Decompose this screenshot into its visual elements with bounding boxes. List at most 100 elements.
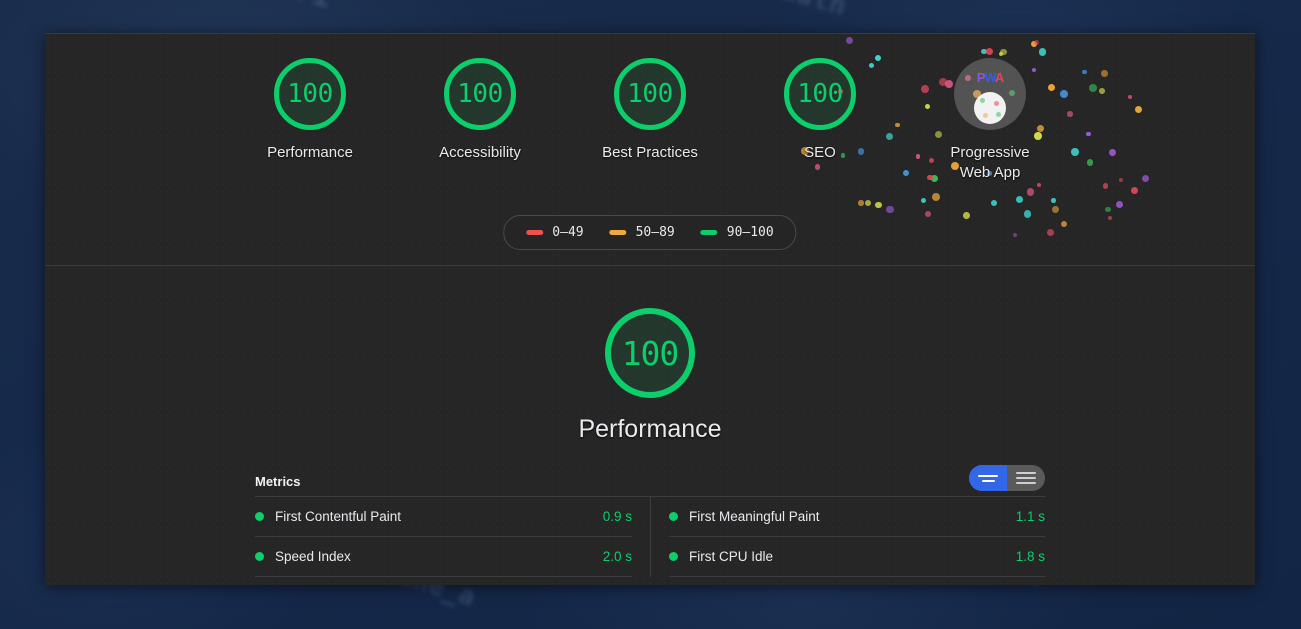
- pwa-disc: [974, 92, 1006, 124]
- score-gauge-best-practices[interactable]: 100 Best Practices: [591, 58, 709, 163]
- confetti-dot: [1038, 48, 1047, 56]
- confetti-dot: [1102, 183, 1109, 189]
- legend-label: 50–89: [635, 225, 675, 240]
- gauge-score-value: 100: [797, 79, 843, 109]
- toggle-line-icon: [1016, 472, 1036, 474]
- legend-item-fail: 0–49: [526, 225, 584, 240]
- category-score-value: 100: [621, 333, 680, 373]
- confetti-dot: [1107, 215, 1112, 220]
- legend-item-pass: 90–100: [700, 225, 774, 240]
- metrics-header: Metrics: [255, 465, 1045, 496]
- gauge-ring: 100: [614, 58, 686, 130]
- confetti-dot: [985, 47, 994, 55]
- confetti-dot: [858, 200, 864, 206]
- confetti-dot: [1047, 229, 1054, 237]
- legend-swatch-red: [526, 230, 544, 235]
- confetti-dot: [1051, 198, 1056, 203]
- metric-row[interactable]: First Contentful Paint 0.9 s: [255, 497, 632, 537]
- metric-row[interactable]: First Meaningful Paint 1.1 s: [669, 497, 1045, 537]
- legend-item-average: 50–89: [609, 225, 675, 240]
- lighthouse-report-panel: 100 Performance 100 Accessibility 100 Be…: [45, 33, 1255, 585]
- confetti-dot: [1013, 233, 1018, 238]
- gauge-ring: 100: [784, 58, 856, 130]
- pwa-letters: PWA: [976, 70, 1005, 85]
- metrics-column-right: First Meaningful Paint 1.1 s First CPU I…: [650, 497, 1045, 577]
- toggle-simple-view[interactable]: [969, 465, 1007, 491]
- metric-value: 0.9 s: [602, 509, 632, 524]
- confetti-dot: [1034, 40, 1039, 45]
- confetti-dot: [1015, 195, 1024, 204]
- confetti-dot: [1023, 210, 1032, 218]
- metric-name: First CPU Idle: [689, 549, 774, 564]
- gauge-label: Accessibility: [439, 144, 521, 161]
- gauge-label: Progressive Web App: [950, 144, 1030, 182]
- metrics-block: Metrics First Contentful Paint 0.9 s Spe…: [255, 465, 1045, 577]
- gauge-score-value: 100: [457, 79, 503, 109]
- score-gauge-progressive-web-app[interactable]: PWA Progressive Web App: [931, 58, 1049, 184]
- score-gauge-accessibility[interactable]: 100 Accessibility: [421, 58, 539, 163]
- metric-name: First Contentful Paint: [275, 509, 402, 524]
- metric-name: Speed Index: [275, 549, 351, 564]
- confetti-dot: [1130, 186, 1138, 194]
- confetti-dot: [999, 51, 1004, 56]
- metric-row[interactable]: First CPU Idle 1.8 s: [669, 537, 1045, 577]
- score-gauges-row: 100 Performance 100 Accessibility 100 Be…: [45, 58, 1255, 184]
- confetti-dot: [931, 193, 940, 201]
- toggle-expanded-view[interactable]: [1007, 465, 1045, 491]
- metrics-column-left: First Contentful Paint 0.9 s Speed Index…: [255, 497, 650, 577]
- score-gauge-seo[interactable]: 100 SEO: [761, 58, 879, 163]
- scores-overview-section: 100 Performance 100 Accessibility 100 Be…: [45, 34, 1255, 266]
- metric-value: 1.1 s: [1015, 509, 1045, 524]
- confetti-dot: [886, 205, 895, 214]
- backdrop-code-line: ge_attri: [186, 0, 335, 15]
- gauge-score-value: 100: [287, 79, 333, 109]
- confetti-dot: [924, 211, 931, 217]
- metrics-heading: Metrics: [255, 473, 301, 489]
- metric-row[interactable]: Speed Index 2.0 s: [255, 537, 632, 577]
- gauge-label: Performance: [267, 144, 353, 161]
- confetti-dot: [1052, 206, 1060, 214]
- confetti-dot: [846, 36, 854, 44]
- metrics-view-toggle[interactable]: [969, 465, 1045, 491]
- score-legend: 0–49 50–89 90–100: [503, 215, 797, 250]
- category-score-gauge: 100 Performance: [45, 308, 1255, 444]
- confetti-dot: [990, 199, 998, 207]
- category-title: Performance: [578, 415, 722, 443]
- status-dot-pass-icon: [669, 552, 678, 561]
- status-dot-pass-icon: [669, 512, 678, 521]
- metric-value: 1.8 s: [1015, 549, 1045, 564]
- gauge-label: Best Practices: [602, 144, 698, 161]
- desktop-background: ge_attri arset' ); ice-width link rel if…: [0, 0, 1301, 629]
- confetti-dot: [1026, 188, 1034, 196]
- metrics-table: First Contentful Paint 0.9 s Speed Index…: [255, 496, 1045, 577]
- toggle-line-icon: [978, 474, 998, 477]
- status-dot-pass-icon: [255, 552, 264, 561]
- gauge-ring: 100: [444, 58, 516, 130]
- confetti-dot: [865, 200, 872, 207]
- toggle-line-icon: [1016, 482, 1036, 484]
- metric-value: 2.0 s: [602, 549, 632, 564]
- legend-label: 0–49: [552, 225, 584, 240]
- performance-category-section: 100 Performance Metrics First Contentful…: [45, 266, 1255, 577]
- confetti-dot: [981, 48, 987, 55]
- gauge-ring: 100: [274, 58, 346, 130]
- legend-swatch-green: [700, 230, 718, 235]
- toggle-line-icon: [1016, 477, 1036, 479]
- gauge-score-value: 100: [627, 79, 673, 109]
- gauge-ring-large: 100: [605, 308, 695, 398]
- metric-name: First Meaningful Paint: [689, 509, 820, 524]
- pwa-badge-icon: PWA: [954, 58, 1026, 130]
- confetti-dot: [1000, 48, 1007, 56]
- confetti-dot: [1031, 41, 1038, 48]
- status-dot-pass-icon: [255, 512, 264, 521]
- confetti-dot: [1105, 206, 1111, 213]
- gauge-label: SEO: [804, 144, 836, 161]
- backdrop-code-line: ice-width: [695, 0, 850, 22]
- score-gauge-performance[interactable]: 100 Performance: [251, 58, 369, 163]
- confetti-dot: [875, 201, 882, 209]
- confetti-dot: [1060, 221, 1068, 228]
- confetti-dot: [920, 198, 926, 204]
- toggle-line-icon: [981, 479, 995, 482]
- legend-label: 90–100: [726, 225, 774, 240]
- confetti-dot: [1116, 201, 1124, 209]
